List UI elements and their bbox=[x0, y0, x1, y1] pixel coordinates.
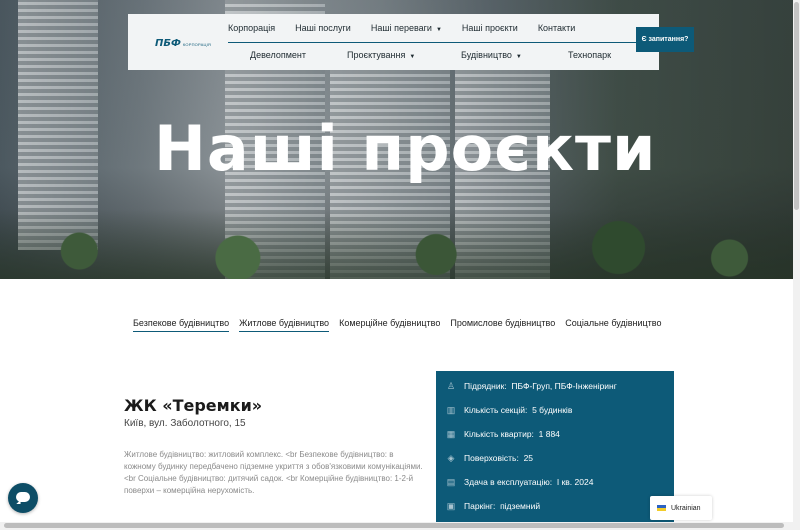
tab-industrial[interactable]: Промислове будівництво bbox=[450, 318, 555, 332]
contractor-icon: ♙ bbox=[446, 381, 456, 391]
info-row-commissioning: ▤ Здача в експлуатацію: І кв. 2024 bbox=[446, 477, 594, 487]
request-button[interactable]: Є запитання? bbox=[636, 27, 694, 52]
info-value: 1 884 bbox=[538, 429, 560, 439]
floors-icon: ◈ bbox=[447, 453, 455, 463]
info-row-floors: ◈ Поверховість: 25 bbox=[446, 453, 534, 463]
info-row-apartments: ▦ Кількість квартир: 1 884 bbox=[446, 429, 560, 439]
nav-item-contacts[interactable]: Контакти bbox=[538, 23, 575, 33]
language-label: Ukrainian bbox=[671, 504, 701, 512]
calendar-icon: ▤ bbox=[446, 477, 456, 487]
language-switcher[interactable]: Ukrainian bbox=[650, 496, 712, 520]
chevron-down-icon: ▼ bbox=[409, 54, 416, 60]
horizontal-scrollbar-thumb[interactable] bbox=[4, 523, 784, 528]
nav-item-services[interactable]: Наші послуги bbox=[295, 23, 351, 33]
page-title: Наші проєкти bbox=[154, 112, 657, 185]
main-menu: Корпорація Наші послуги Наші переваги ▼ Н… bbox=[228, 23, 575, 33]
nav-divider bbox=[228, 42, 659, 43]
info-label: Паркінг: bbox=[464, 501, 496, 511]
hero-trees bbox=[0, 209, 793, 279]
project-description: Житлове будівництво: житловий комплекс. … bbox=[124, 450, 423, 495]
parking-icon: ▣ bbox=[446, 501, 456, 511]
tab-security[interactable]: Безпекове будівництво bbox=[133, 318, 230, 332]
info-value: ПБФ-Груп, ПБФ-Інженіринг bbox=[511, 381, 617, 391]
logo-sub-text: КОРПОРАЦІЯ bbox=[182, 42, 211, 47]
tab-social[interactable]: Соціальне будівництво bbox=[565, 318, 661, 332]
project-address: Київ, вул. Заболотного, 15 bbox=[124, 418, 246, 429]
info-label: Здача в експлуатацію: bbox=[464, 477, 553, 487]
info-label: Підрядник: bbox=[464, 381, 507, 391]
company-logo[interactable]: ПБФ КОРПОРАЦІЯ bbox=[155, 38, 211, 49]
logo-main-text: ПБФ bbox=[155, 38, 181, 49]
category-tabs: Безпекове будівництво Житлове будівництв… bbox=[133, 318, 661, 332]
project-info-panel: ♙ Підрядник: ПБФ-Груп, ПБФ-Інженіринг ▥ … bbox=[436, 371, 674, 522]
info-value: підземний bbox=[500, 501, 541, 511]
nav-item-corporation[interactable]: Корпорація bbox=[228, 23, 275, 33]
nav-item-design[interactable]: Проєктування ▼ bbox=[347, 50, 415, 60]
nav-item-technopark[interactable]: Технопарк bbox=[568, 50, 611, 60]
info-value: 5 будинків bbox=[532, 405, 573, 415]
tab-residential[interactable]: Житлове будівництво bbox=[239, 318, 330, 332]
ukraine-flag-icon bbox=[657, 505, 666, 511]
info-row-sections: ▥ Кількість секцій: 5 будинків bbox=[446, 405, 573, 415]
info-label: Поверховість: bbox=[464, 453, 519, 463]
info-value: 25 bbox=[523, 453, 534, 463]
info-label: Кількість квартир: bbox=[464, 429, 534, 439]
info-label: Кількість секцій: bbox=[464, 405, 528, 415]
floorplan-icon: ▦ bbox=[446, 429, 456, 439]
nav-item-development[interactable]: Девелопмент bbox=[250, 50, 306, 60]
info-value: І кв. 2024 bbox=[556, 477, 594, 487]
chevron-down-icon: ▼ bbox=[435, 27, 442, 33]
info-row-contractor: ♙ Підрядник: ПБФ-Груп, ПБФ-Інженіринг bbox=[446, 381, 617, 391]
chat-bubble-icon bbox=[16, 492, 30, 502]
vertical-scrollbar-thumb[interactable] bbox=[794, 2, 799, 210]
nav-item-construction-label: Будівництво bbox=[461, 50, 512, 60]
chat-button[interactable] bbox=[8, 483, 38, 513]
header-nav: ПБФ КОРПОРАЦІЯ Корпорація Наші послуги Н… bbox=[128, 14, 659, 70]
nav-item-advantages[interactable]: Наші переваги ▼ bbox=[371, 23, 442, 33]
info-row-parking: ▣ Паркінг: підземний bbox=[446, 501, 540, 511]
nav-item-construction[interactable]: Будівництво ▼ bbox=[461, 50, 522, 60]
project-title: ЖК «Теремки» bbox=[124, 396, 263, 415]
nav-item-advantages-label: Наші переваги bbox=[370, 23, 432, 33]
nav-item-design-label: Проєктування bbox=[347, 50, 406, 60]
nav-item-projects[interactable]: Наші проєкти bbox=[462, 23, 518, 33]
chevron-down-icon: ▼ bbox=[515, 54, 522, 60]
tab-commercial[interactable]: Комерційне будівництво bbox=[339, 318, 440, 332]
buildings-icon: ▥ bbox=[446, 405, 456, 415]
